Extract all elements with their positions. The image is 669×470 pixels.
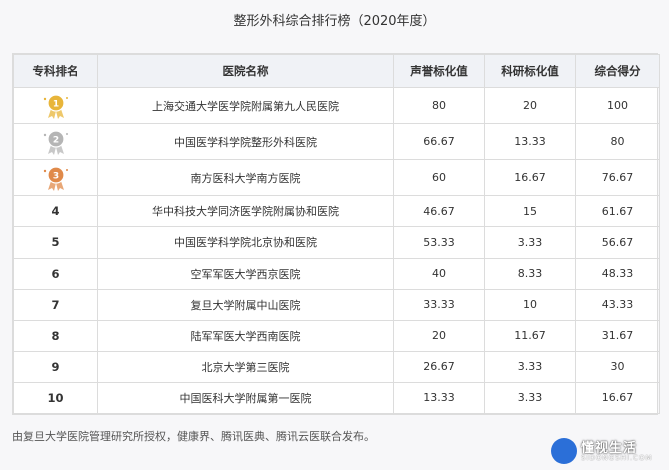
cell-score: 16.67 — [575, 381, 660, 415]
cell-score: 100 — [575, 86, 660, 125]
header-reputation: 声誉标化值 — [393, 54, 485, 88]
cell-score: 43.33 — [575, 288, 660, 321]
page: 整形外科综合排行榜（2020年度） 专科排名 医院名称 声誉标化值 科研标化值 … — [0, 0, 669, 470]
silver-medal-icon: 2 — [41, 129, 71, 155]
table-row: 9 北京大学第三医院 26.67 3.33 30 — [13, 350, 660, 383]
cell-rank: 7 — [13, 288, 98, 321]
brand-sub: SIDONGSHI.COM — [581, 454, 653, 462]
table-header-row: 专科排名 医院名称 声誉标化值 科研标化值 综合得分 — [13, 54, 660, 88]
cell-reputation: 26.67 — [393, 350, 485, 383]
cell-hospital: 南方医科大学南方医院 — [97, 159, 394, 197]
cell-hospital: 华中科技大学同济医学院附属协和医院 — [97, 195, 394, 228]
cell-hospital: 中国医学科学院北京协和医院 — [97, 226, 394, 259]
brand-logo-icon — [551, 438, 577, 464]
cell-hospital: 复旦大学附属中山医院 — [97, 288, 394, 321]
cell-rank: 4 — [13, 195, 98, 228]
header-research: 科研标化值 — [484, 54, 576, 88]
footer-note: 由复旦大学医院管理研究所授权，健康界、腾讯医典、腾讯云医联合发布。 — [12, 430, 375, 443]
cell-research: 8.33 — [484, 257, 576, 290]
cell-rank: 2 — [13, 123, 98, 161]
cell-rank: 9 — [13, 350, 98, 383]
ranking-table: 专科排名 医院名称 声誉标化值 科研标化值 综合得分 1 上海交通大学医学院附属第… — [13, 54, 660, 415]
page-title: 整形外科综合排行榜（2020年度） — [233, 14, 436, 29]
cell-score: 56.67 — [575, 226, 660, 259]
cell-score: 31.67 — [575, 319, 660, 352]
header-rank: 专科排名 — [13, 54, 98, 88]
table-row: 2 中国医学科学院整形外科医院 66.67 13.33 80 — [13, 123, 660, 161]
cell-hospital: 中国医科大学附属第一医院 — [97, 381, 394, 415]
table-row: 3 南方医科大学南方医院 60 16.67 76.67 — [13, 159, 660, 197]
cell-rank: 1 — [13, 86, 98, 125]
table-row: 8 陆军军医大学西南医院 20 11.67 31.67 — [13, 319, 660, 352]
cell-research: 11.67 — [484, 319, 576, 352]
svg-text:3: 3 — [52, 171, 58, 181]
cell-score: 30 — [575, 350, 660, 383]
table-body: 1 上海交通大学医学院附属第九人民医院 80 20 100 2 中国医学科学院整形外科医院 6… — [13, 86, 660, 415]
cell-research: 20 — [484, 86, 576, 125]
header-score: 综合得分 — [575, 54, 660, 88]
table-row: 5 中国医学科学院北京协和医院 53.33 3.33 56.67 — [13, 226, 660, 259]
cell-research: 15 — [484, 195, 576, 228]
cell-research: 13.33 — [484, 123, 576, 161]
cell-hospital: 陆军军医大学西南医院 — [97, 319, 394, 352]
brand-watermark: 懂视生活 SIDONGSHI.COM — [551, 436, 661, 466]
gold-medal-icon: 1 — [41, 93, 71, 119]
cell-rank: 5 — [13, 226, 98, 259]
cell-research: 16.67 — [484, 159, 576, 197]
cell-hospital: 上海交通大学医学院附属第九人民医院 — [97, 86, 394, 125]
bronze-medal-icon: 3 — [41, 165, 71, 191]
cell-score: 80 — [575, 123, 660, 161]
cell-rank: 3 — [13, 159, 98, 197]
table-row: 1 上海交通大学医学院附属第九人民医院 80 20 100 — [13, 86, 660, 125]
cell-research: 3.33 — [484, 350, 576, 383]
cell-research: 3.33 — [484, 381, 576, 415]
header-hospital: 医院名称 — [97, 54, 394, 88]
cell-rank: 8 — [13, 319, 98, 352]
cell-reputation: 80 — [393, 86, 485, 125]
cell-reputation: 53.33 — [393, 226, 485, 259]
table-row: 4 华中科技大学同济医学院附属协和医院 46.67 15 61.67 — [13, 195, 660, 228]
svg-text:2: 2 — [52, 135, 58, 145]
cell-research: 3.33 — [484, 226, 576, 259]
cell-hospital: 空军军医大学西京医院 — [97, 257, 394, 290]
cell-rank: 6 — [13, 257, 98, 290]
cell-reputation: 66.67 — [393, 123, 485, 161]
cell-score: 48.33 — [575, 257, 660, 290]
table-row: 7 复旦大学附属中山医院 33.33 10 43.33 — [13, 288, 660, 321]
cell-reputation: 33.33 — [393, 288, 485, 321]
cell-rank: 10 — [13, 381, 98, 415]
table-row: 10 中国医科大学附属第一医院 13.33 3.33 16.67 — [13, 381, 660, 415]
ranking-table-container: 专科排名 医院名称 声誉标化值 科研标化值 综合得分 1 上海交通大学医学院附属第… — [12, 53, 660, 415]
cell-research: 10 — [484, 288, 576, 321]
svg-text:1: 1 — [52, 99, 58, 109]
cell-hospital: 北京大学第三医院 — [97, 350, 394, 383]
table-row: 6 空军军医大学西京医院 40 8.33 48.33 — [13, 257, 660, 290]
cell-reputation: 13.33 — [393, 381, 485, 415]
cell-hospital: 中国医学科学院整形外科医院 — [97, 123, 394, 161]
cell-reputation: 60 — [393, 159, 485, 197]
cell-reputation: 46.67 — [393, 195, 485, 228]
cell-score: 61.67 — [575, 195, 660, 228]
cell-reputation: 20 — [393, 319, 485, 352]
cell-reputation: 40 — [393, 257, 485, 290]
cell-score: 76.67 — [575, 159, 660, 197]
